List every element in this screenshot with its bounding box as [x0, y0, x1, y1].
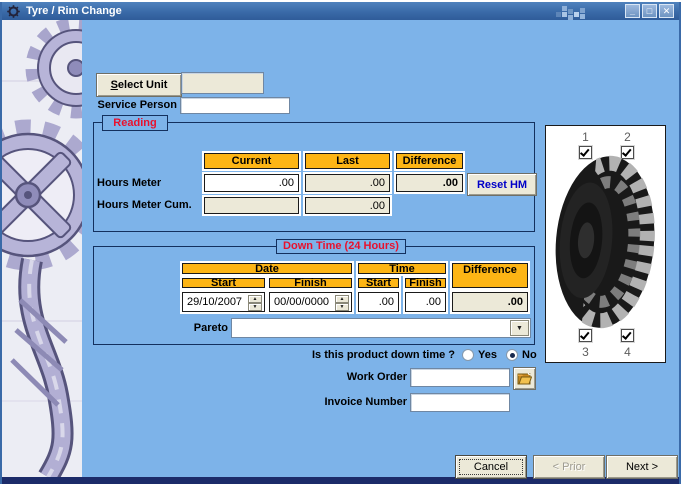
- yes-radio[interactable]: [462, 349, 474, 361]
- pareto-value: [232, 322, 236, 334]
- pareto-label: Pareto: [142, 318, 228, 338]
- select-unit-label: elect Unit: [118, 79, 168, 91]
- date-start-spinner-up[interactable]: ▲: [248, 295, 262, 303]
- prior-button[interactable]: < Prior: [533, 455, 605, 479]
- titlebar-decoration: [556, 5, 594, 19]
- downtime-header-difference: Difference: [450, 261, 530, 290]
- check-icon: [580, 330, 590, 340]
- downtime-header-time-finish: Finish: [403, 276, 448, 290]
- downtime-difference-field: .00: [450, 290, 530, 314]
- reset-hm-button[interactable]: Reset HM: [467, 173, 537, 196]
- work-order-label: Work Order: [290, 371, 407, 383]
- hours-meter-cum-last-field: .00: [303, 195, 392, 216]
- gear-artwork-image: [2, 20, 82, 477]
- invoice-number-field[interactable]: [410, 393, 510, 412]
- app-gear-icon: [7, 5, 20, 18]
- date-finish-spinner-down[interactable]: ▼: [335, 303, 349, 311]
- invoice-number-label: Invoice Number: [270, 396, 407, 408]
- tyre-position-1-label: 1: [579, 130, 592, 144]
- time-finish-field[interactable]: .00: [403, 290, 448, 314]
- hours-meter-cum-current-field: [202, 195, 301, 216]
- tyre-position-3-checkbox[interactable]: [579, 329, 592, 342]
- downtime-header-time: Time: [356, 261, 448, 276]
- no-label: No: [522, 349, 537, 361]
- tyre-position-4-label: 4: [621, 345, 634, 359]
- tyre-rim-change-window: Tyre / Rim Change _ □ ✕: [0, 0, 681, 486]
- downtime-header-date-finish: Finish: [267, 276, 354, 290]
- titlebar: Tyre / Rim Change _ □ ✕: [2, 2, 679, 20]
- tyre-position-panel: 1 2 3 4: [545, 125, 666, 363]
- close-button[interactable]: ✕: [659, 4, 674, 18]
- service-person-label: Service Person: [85, 99, 177, 111]
- maximize-button[interactable]: □: [642, 4, 657, 18]
- date-finish-spinner-up[interactable]: ▲: [335, 295, 349, 303]
- hours-meter-cum-label: Hours Meter Cum.: [97, 195, 192, 216]
- next-button[interactable]: Next >: [606, 455, 678, 479]
- no-radio[interactable]: [506, 349, 518, 361]
- yes-label: Yes: [478, 349, 497, 361]
- reading-header-difference: Difference: [394, 151, 465, 171]
- reading-group-label: Reading: [102, 115, 168, 131]
- hours-meter-current-field[interactable]: .00: [202, 172, 301, 194]
- select-unit-mnemonic: S: [111, 79, 118, 91]
- downtime-header-date: Date: [180, 261, 354, 276]
- hours-meter-label: Hours Meter: [97, 172, 161, 194]
- pareto-dropdown[interactable]: ▼: [231, 318, 531, 338]
- select-unit-button[interactable]: Select Unit: [96, 73, 182, 97]
- minimize-button[interactable]: _: [625, 4, 640, 18]
- tyre-position-3-label: 3: [579, 345, 592, 359]
- window-title: Tyre / Rim Change: [26, 2, 122, 20]
- work-order-browse-button[interactable]: [513, 367, 536, 390]
- downtime-header-date-start: Start: [180, 276, 267, 290]
- reading-header-current: Current: [202, 151, 301, 171]
- hours-meter-difference-field: .00: [394, 172, 465, 194]
- work-order-field[interactable]: [410, 368, 510, 387]
- check-icon: [622, 330, 632, 340]
- cancel-button[interactable]: Cancel: [455, 455, 527, 479]
- service-person-field[interactable]: [180, 97, 290, 114]
- open-folder-icon: [517, 372, 532, 385]
- hours-meter-last-field: .00: [303, 172, 392, 194]
- tyre-position-2-label: 2: [621, 130, 634, 144]
- downtime-header-time-start: Start: [356, 276, 401, 290]
- date-finish-field[interactable]: 00/00/0000 ▲▼: [267, 290, 354, 314]
- date-start-spinner-down[interactable]: ▼: [248, 303, 262, 311]
- downtime-question-label: Is this product down time ?: [220, 349, 455, 361]
- reading-header-last: Last: [303, 151, 392, 171]
- date-start-field[interactable]: 29/10/2007 ▲▼: [180, 290, 267, 314]
- time-start-field[interactable]: .00: [356, 290, 401, 314]
- tyre-image: [553, 153, 659, 331]
- dropdown-arrow-icon[interactable]: ▼: [510, 320, 529, 336]
- unit-field: [181, 72, 264, 94]
- downtime-group-label: Down Time (24 Hours): [276, 239, 406, 254]
- tyre-position-4-checkbox[interactable]: [621, 329, 634, 342]
